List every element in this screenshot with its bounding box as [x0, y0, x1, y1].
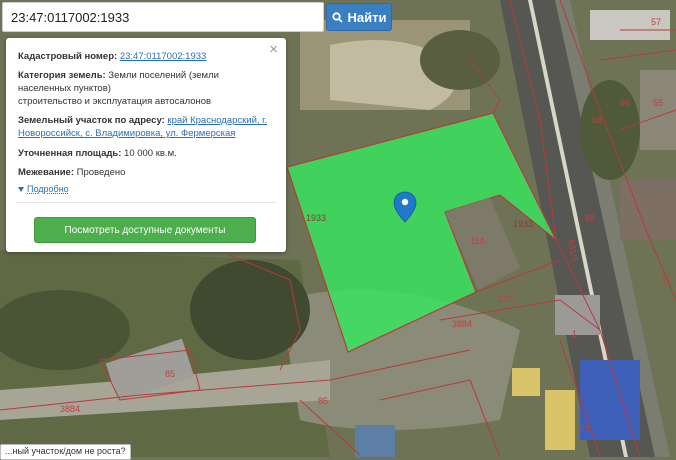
- search-button-label: Найти: [347, 9, 387, 25]
- divider: [16, 202, 276, 203]
- parcel-label: 51: [660, 274, 672, 286]
- parcel-label: 85: [165, 369, 175, 379]
- search-bar[interactable]: [2, 2, 324, 32]
- search-button[interactable]: Найти: [326, 3, 392, 31]
- area-label: Уточненная площадь:: [18, 148, 122, 159]
- category-purpose: строительство и эксплуатация автосалонов: [18, 96, 212, 107]
- area-row: Уточненная площадь: 10 000 кв.м.: [18, 147, 274, 160]
- cadastral-link[interactable]: 23:47:0117002:1933: [120, 51, 206, 62]
- survey-row: Межевание: Проведено: [18, 166, 274, 179]
- address-label: Земельный участок по адресу:: [18, 115, 165, 126]
- cadastral-label: Кадастровый номер:: [18, 51, 118, 62]
- parcel-label: 66: [620, 98, 630, 108]
- parcel-label: 55: [653, 98, 663, 108]
- parcel-label: 85: [318, 396, 328, 406]
- parcel-info-card: × Кадастровый номер: 23:47:0117002:1933 …: [6, 38, 286, 252]
- parcel-label: 3884: [60, 404, 80, 414]
- parcel-label: 22: [580, 424, 590, 434]
- category-row: Категория земель: Земли поселений (земли…: [18, 69, 274, 108]
- search-icon: [331, 11, 343, 23]
- parcel-label: 1933: [513, 219, 533, 229]
- parcel-label: 114: [470, 236, 484, 246]
- area-value: 10 000 кв.м.: [124, 148, 177, 159]
- view-documents-label: Посмотреть доступные документы: [64, 224, 226, 236]
- parcel-label: 57: [651, 17, 661, 27]
- bottom-hint-text: ...ный участок/дом не роста?: [5, 446, 126, 456]
- category-label: Категория земель:: [18, 70, 106, 81]
- details-toggle[interactable]: Подробно: [18, 184, 69, 194]
- bottom-hint[interactable]: ...ный участок/дом не роста?: [0, 444, 131, 460]
- parcel-label: 68: [592, 115, 602, 125]
- address-row: Земельный участок по адресу: край Красно…: [18, 114, 274, 140]
- survey-value: Проведено: [76, 167, 126, 178]
- parcel-label: 88: [585, 213, 595, 223]
- view-documents-button[interactable]: Посмотреть доступные документы: [34, 217, 256, 243]
- search-input[interactable]: [3, 3, 323, 31]
- survey-label: Межевание:: [18, 167, 74, 178]
- details-label: Подробно: [27, 184, 69, 194]
- caret-down-icon: [18, 187, 24, 193]
- parcel-label: 3884: [452, 319, 472, 329]
- parcel-label: 1933: [306, 213, 326, 223]
- parcel-label: 1: [572, 329, 577, 339]
- cadastral-row: Кадастровый номер: 23:47:0117002:1933: [18, 50, 274, 63]
- parcel-label: 129: [498, 294, 513, 304]
